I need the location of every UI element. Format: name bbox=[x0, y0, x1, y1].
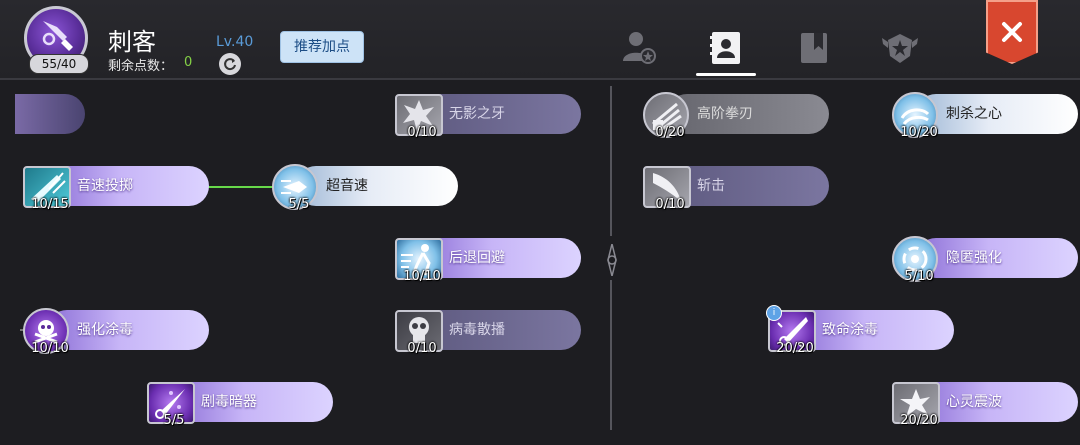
skill-gaojie[interactable]: 高阶拳刃 0/20 bbox=[643, 92, 829, 140]
skill-xinling[interactable]: 心灵震波 20/20 bbox=[892, 382, 1078, 428]
recommend-points-button[interactable]: 推荐加点 bbox=[280, 31, 364, 63]
info-badge[interactable]: i bbox=[766, 305, 782, 321]
skill-level: 5/10 bbox=[904, 269, 934, 284]
refresh-icon bbox=[224, 58, 236, 71]
close-button[interactable] bbox=[986, 0, 1038, 64]
skill-level: 10/10 bbox=[403, 269, 441, 284]
skill-judu[interactable]: 剧毒暗器 5/5 bbox=[147, 382, 333, 428]
skill-level: 0/10 bbox=[407, 341, 437, 356]
tab-bookmark[interactable] bbox=[794, 28, 834, 68]
skill-level: 20/20 bbox=[900, 413, 938, 428]
skill-level: 10/10 bbox=[31, 341, 69, 356]
skill-book-icon bbox=[710, 32, 740, 64]
skill-level: 20/20 bbox=[776, 341, 814, 356]
dagger-icon bbox=[42, 21, 73, 51]
tab-character[interactable] bbox=[620, 28, 660, 68]
skill-level: 0/20 bbox=[655, 125, 685, 140]
skill-zhiming[interactable]: 致命涂毒 20/20 bbox=[768, 310, 954, 356]
skill-bingdu[interactable]: 病毒散播 0/10 bbox=[395, 310, 581, 356]
skill-cisha[interactable]: 刺杀之心 10/20 bbox=[892, 92, 1078, 140]
skill-level: 10/15 bbox=[31, 197, 69, 212]
skill-wuying[interactable]: 无影之牙 0/10 bbox=[395, 94, 581, 140]
skill-level: 5/5 bbox=[163, 413, 185, 428]
skill-points-counter: 55/40 bbox=[29, 54, 89, 74]
level-label: Lv.40 bbox=[216, 34, 254, 50]
remaining-points-value: 0 bbox=[184, 55, 193, 70]
active-tab-indicator bbox=[696, 73, 756, 76]
tab-emblem[interactable] bbox=[880, 28, 920, 68]
skill-chaoyinsu[interactable]: 超音速 5/5 bbox=[272, 164, 458, 212]
skill-level: 5/5 bbox=[288, 197, 310, 212]
character-star-icon bbox=[623, 32, 656, 64]
close-icon bbox=[1002, 22, 1022, 42]
skill-level: 0/10 bbox=[655, 197, 685, 212]
tree-divider-top bbox=[610, 86, 612, 236]
skill-connector bbox=[208, 186, 276, 188]
skill-houtui[interactable]: 后退回避 10/10 bbox=[395, 238, 581, 284]
skill-zhanji[interactable]: 斩击 0/10 bbox=[643, 166, 829, 212]
emblem-icon bbox=[882, 34, 918, 63]
bookmark-icon bbox=[801, 33, 827, 63]
skill-level: 0/10 bbox=[407, 125, 437, 140]
partial-skill-bar bbox=[15, 94, 85, 134]
tab-skills[interactable] bbox=[706, 28, 746, 68]
divider-ornament-icon bbox=[607, 244, 617, 276]
skill-level: 10/20 bbox=[900, 125, 938, 140]
skill-yinni[interactable]: 隐匿强化 5/10 bbox=[892, 236, 1078, 284]
class-name: 刺客 bbox=[108, 28, 156, 56]
tree-divider-bottom bbox=[610, 280, 612, 430]
reset-button[interactable] bbox=[219, 53, 241, 75]
skill-qianghua[interactable]: 强化涂毒 10/10 bbox=[23, 308, 209, 356]
skill-yinsu[interactable]: 音速投掷 10/15 bbox=[23, 166, 209, 212]
remaining-points-label: 剩余点数： bbox=[108, 59, 174, 74]
